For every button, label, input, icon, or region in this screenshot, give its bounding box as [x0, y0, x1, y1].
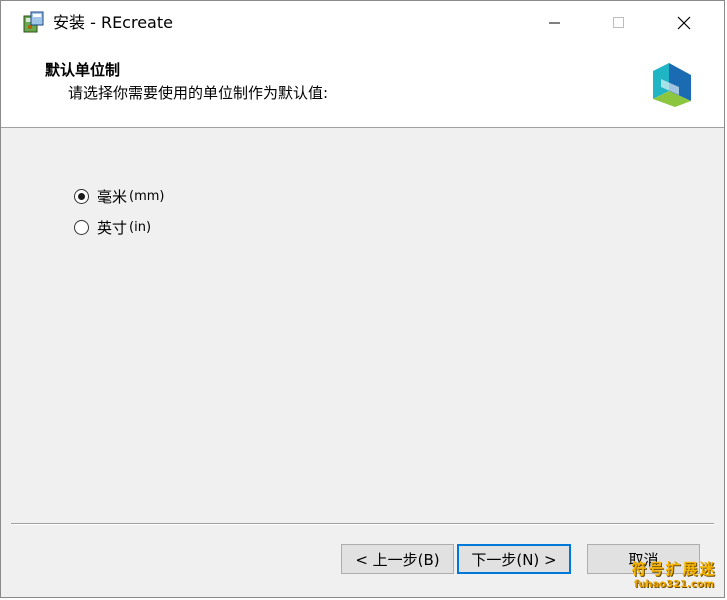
option-mm[interactable]: 毫米 (mm)	[74, 186, 165, 207]
page-subtitle: 请选择你需要使用的单位制作为默认值:	[68, 84, 329, 102]
option-in[interactable]: 英寸 (in)	[74, 217, 151, 238]
hexagon-logo-icon	[653, 63, 691, 107]
close-icon	[677, 16, 691, 30]
radio-in[interactable]	[74, 220, 89, 235]
watermark: 符号扩展迷 fuhao321.com	[624, 561, 724, 593]
footer-divider	[11, 523, 714, 525]
option-mm-label: 毫米	[97, 188, 128, 206]
maximize-icon	[613, 17, 624, 28]
back-button[interactable]: < 上一步(B)	[341, 544, 454, 574]
radio-mm[interactable]	[74, 189, 89, 204]
minimize-icon	[549, 22, 560, 24]
page-header: 默认单位制 请选择你需要使用的单位制作为默认值:	[1, 45, 724, 128]
installer-icon	[23, 11, 44, 33]
option-in-label: 英寸	[97, 219, 128, 237]
option-in-unit: (in)	[129, 220, 152, 235]
next-button[interactable]: 下一步(N) >	[457, 544, 571, 574]
watermark-url: fuhao321.com	[633, 579, 715, 590]
options-panel: 毫米 (mm) 英寸 (in)	[1, 128, 724, 523]
minimize-button[interactable]	[532, 1, 578, 45]
close-button[interactable]	[661, 1, 707, 45]
watermark-text: 符号扩展迷	[631, 560, 717, 578]
page-title: 默认单位制	[45, 61, 121, 79]
option-mm-unit: (mm)	[129, 189, 165, 204]
maximize-button[interactable]	[596, 1, 642, 45]
title-bar[interactable]: 安装 - REcreate	[1, 1, 724, 45]
window-title: 安装 - REcreate	[53, 13, 173, 32]
installer-window: 安装 - REcreate 默认单位制 请选择你需要使用的单位制作为默认值: 毫…	[0, 0, 725, 598]
